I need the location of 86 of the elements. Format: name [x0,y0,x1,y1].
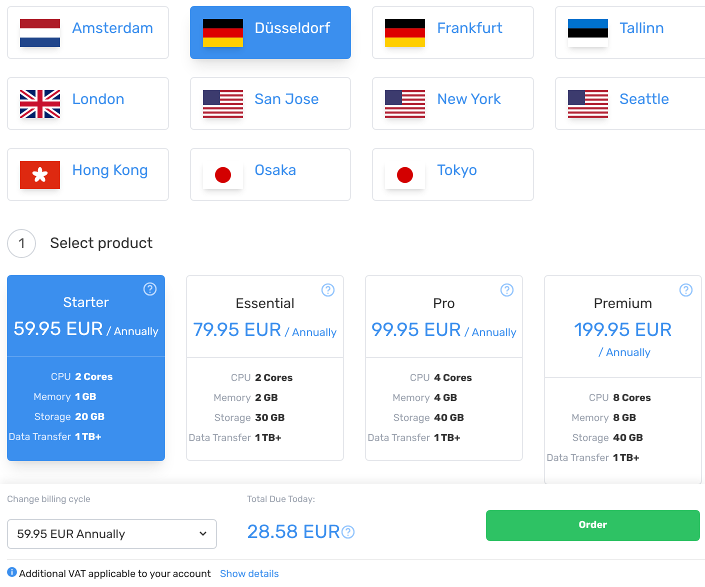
help-icon[interactable] [341,524,356,539]
spec-value: 1 TB+ [255,431,282,445]
spec-value: 1 GB [75,390,98,404]
product-price: 59.95 EUR [13,317,104,340]
flag-icon [385,90,425,118]
location-card[interactable]: New York [372,77,534,130]
flag-icon [202,90,242,118]
flag-icon [385,161,425,189]
spec-value: 20 GB [75,410,106,424]
flag-icon [202,19,242,47]
total-label: Total Due Today: [247,494,316,507]
product-card[interactable]: Premium 199.95 EUR / Annually CPU 8 Cores Memory 8 GB Storage 40 GB Data Transfer 1 TB+ [544,275,702,485]
product-name: Starter [63,293,109,313]
flag-icon [202,161,242,189]
product-price: 199.95 EUR [574,318,672,341]
help-icon[interactable] [679,283,693,297]
spec-label: Memory [32,390,71,404]
help-icon[interactable] [321,283,335,297]
product-price: 99.95 EUR [371,318,462,341]
spec-value: 2 Cores [75,370,114,384]
spec-label: CPU [588,391,609,405]
spec-label: Memory [392,391,430,405]
spec-value: 30 GB [255,411,286,425]
location-card[interactable]: Tallinn [554,6,705,59]
spec-label: Data Transfer [187,431,251,445]
billing-period: / Annually [598,345,651,361]
spec-label: Memory [212,391,251,405]
location-card[interactable]: Tokyo [372,148,534,201]
help-icon[interactable] [143,282,157,296]
spec-label: CPU [230,371,251,385]
order-button[interactable]: Order [486,510,700,541]
spec-label: Storage [213,411,251,425]
help-icon[interactable] [500,283,514,297]
flag-icon [20,19,60,47]
billing-cycle-select[interactable]: 59.95 EUR Annually [7,518,217,548]
spec-value: 2 Cores [255,371,294,385]
spec-value: 4 Cores [434,371,474,385]
spec-value: 1 TB+ [434,431,462,445]
flag-icon [20,90,60,118]
chevron-down-icon [199,530,207,536]
spec-label: Data Transfer [366,431,430,445]
billing-period: / Annually [284,325,337,341]
step-title: Select product [50,233,153,254]
location-card[interactable]: Seattle [554,77,705,130]
product-name: Pro [432,294,456,314]
location-card[interactable]: London [7,77,168,130]
product-card[interactable]: Pro 99.95 EUR/ Annually CPU 4 Cores Memory 4 GB Storage 40 GB Data Transfer 1 TB+ [365,275,523,461]
product-card[interactable]: Starter 59.95 EUR/ Annually CPU 2 Cores Memory 1 GB Storage 20 GB Data Transfer 1 TB+ [7,275,165,461]
flag-icon [385,19,425,47]
vat-note: Additional VAT applicable to your account [19,566,211,582]
spec-value: 40 GB [613,431,644,445]
spec-value: 4 GB [434,391,458,405]
product-name: Essential [236,294,294,314]
spec-label: Storage [392,411,430,425]
spec-value: 1 TB+ [75,430,102,444]
spec-label: Memory [570,411,609,425]
flag-icon [20,161,60,189]
location-card[interactable]: Amsterdam [7,6,168,59]
location-card[interactable]: Frankfurt [372,6,534,59]
product-card[interactable]: Essential 79.95 EUR/ Annually CPU 2 Cores Memory 2 GB Storage 30 GB Data Transfer 1 TB+ [186,275,344,461]
product-name: Premium [594,294,652,314]
spec-value: 40 GB [434,411,465,425]
step-number: 1 [7,229,36,258]
flag-icon [568,90,608,118]
location-card[interactable]: Hong Kong [7,148,168,201]
billing-cycle-label: Change billing cycle [7,494,92,507]
spec-label: CPU [50,370,71,384]
billing-period: / Annually [464,325,517,341]
location-card[interactable]: Osaka [190,148,351,201]
total-amount: 28.58 EUR [247,518,340,544]
spec-label: CPU [408,371,430,385]
location-card[interactable]: Düsseldorf [190,6,351,59]
spec-value: 2 GB [255,391,279,405]
location-card[interactable]: San Jose [190,77,351,130]
billing-period: / Annually [106,324,159,340]
spec-value: 8 GB [613,411,638,425]
flag-icon [568,19,608,47]
info-icon [7,566,17,576]
spec-label: Storage [33,410,71,424]
spec-label: Data Transfer [7,430,71,444]
spec-value: 8 Cores [613,391,652,405]
spec-value: 1 TB+ [613,451,640,465]
show-details-link[interactable]: Show details [220,566,280,582]
spec-label: Data Transfer [545,451,609,465]
product-price: 79.95 EUR [193,318,282,341]
spec-label: Storage [571,431,609,445]
